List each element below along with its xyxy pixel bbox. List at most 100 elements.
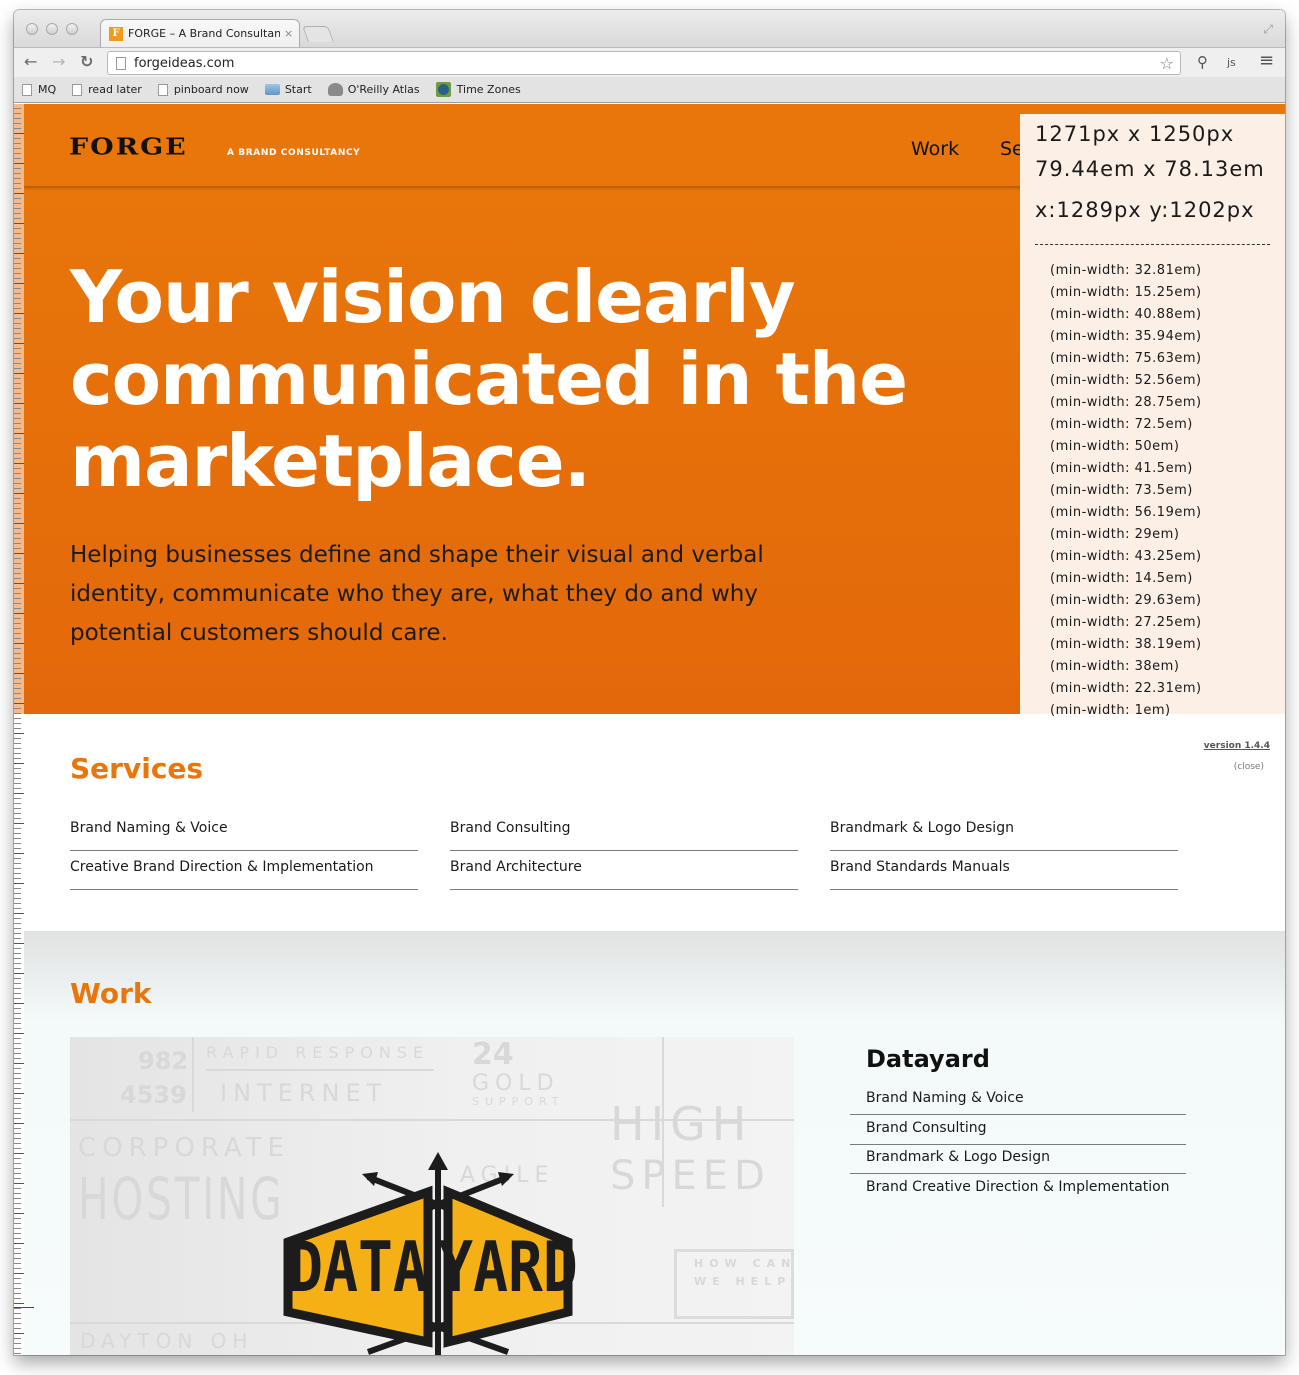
menu-icon[interactable]: ≡ [1259, 50, 1274, 71]
media-query-item: (min-width: 32.81em) [1050, 263, 1202, 278]
media-query-item: (min-width: 1em) [1050, 703, 1171, 718]
bg-text: GOLD [472, 1071, 560, 1096]
js-extension-icon[interactable]: js [1227, 56, 1236, 69]
address-bar[interactable]: forgeideas.com ☆ [107, 51, 1181, 75]
bg-text: HOW CAN [694, 1257, 794, 1270]
client-service-item: Brand Naming & Voice [850, 1085, 1186, 1115]
client-name[interactable]: Datayard [866, 1045, 990, 1073]
new-tab-button[interactable] [302, 26, 334, 42]
bg-divider [206, 1069, 434, 1071]
service-item[interactable]: Brand Architecture [450, 851, 798, 890]
service-item[interactable]: Brand Consulting [450, 812, 798, 851]
bg-text: SPEED [610, 1153, 771, 1199]
bookmarks-bar: MQ read later pinboard now Start O'Reill… [14, 77, 1285, 103]
media-query-item: (min-width: 29.63em) [1050, 593, 1202, 608]
cursor-position: x:1289px y:1202px [1035, 198, 1255, 222]
media-query-item: (min-width: 35.94em) [1050, 329, 1202, 344]
client-service-item: Brandmark & Logo Design [850, 1144, 1186, 1174]
bg-text: SUPPORT [472, 1095, 565, 1108]
client-service-item: Brand Consulting [850, 1115, 1186, 1145]
page-viewport: FORGE A BRAND CONSULTANCY Work Services … [14, 104, 1285, 1355]
wrench-icon[interactable]: ⚲ [1197, 53, 1208, 71]
bg-text: RAPID RESPONSE [206, 1043, 430, 1062]
services-title: Services [70, 752, 204, 785]
media-query-item: (min-width: 50em) [1050, 439, 1180, 454]
work-title: Work [70, 977, 152, 1010]
logo-yard-text: YARD [438, 1228, 578, 1308]
bg-text: 24 [472, 1037, 514, 1072]
bg-text: DAYTON OH [80, 1329, 254, 1353]
logo-data-text: DATA [288, 1228, 428, 1308]
browser-toolbar: ← → ↻ forgeideas.com ☆ ⚲ js ≡ [14, 47, 1285, 77]
services-section: Services Brand Naming & Voice Brand Cons… [24, 714, 1285, 931]
bg-text: 4539 [120, 1081, 187, 1109]
media-query-item: (min-width: 72.5em) [1050, 417, 1193, 432]
bookmark-time-zones[interactable]: Time Zones [435, 82, 521, 97]
arrow-head-icon [362, 1172, 378, 1186]
forward-arrow-icon[interactable]: → [52, 52, 65, 71]
media-query-item: (min-width: 40.88em) [1050, 307, 1202, 322]
hero-title: Your vision clearly communicated in the … [70, 255, 908, 503]
service-item[interactable]: Creative Brand Direction & Implementatio… [70, 851, 418, 890]
client-service-item: Brand Creative Direction & Implementatio… [866, 1179, 1170, 1195]
media-query-item: (min-width: 28.75em) [1050, 395, 1202, 410]
reload-icon[interactable]: ↻ [80, 52, 93, 71]
service-item[interactable]: Brand Naming & Voice [70, 812, 418, 851]
media-query-item: (min-width: 27.25em) [1050, 615, 1202, 630]
owl-icon [327, 83, 343, 96]
bookmark-start[interactable]: Start [264, 83, 312, 96]
media-query-item: (min-width: 56.19em) [1050, 505, 1202, 520]
bookmark-label: read later [88, 83, 142, 96]
bookmark-oreilly-atlas[interactable]: O'Reilly Atlas [327, 83, 420, 96]
bookmark-label: pinboard now [173, 83, 249, 96]
bg-text: INTERNET [220, 1079, 388, 1107]
close-window-button[interactable] [26, 23, 38, 35]
globe-icon [435, 82, 451, 97]
version-link[interactable]: version 1.4.4 [1204, 741, 1270, 751]
page-icon [72, 83, 83, 96]
page-icon [157, 83, 168, 96]
close-tab-icon[interactable]: × [284, 27, 293, 40]
title-bar: F FORGE – A Brand Consultancy × ⤢ [14, 10, 1285, 47]
back-arrow-icon[interactable]: ← [24, 52, 37, 71]
media-query-item: (min-width: 73.5em) [1050, 483, 1193, 498]
vertical-ruler [14, 104, 24, 1355]
bg-text: CORPORATE [78, 1133, 290, 1163]
bookmark-read-later[interactable]: read later [72, 83, 142, 96]
bookmark-pinboard-now[interactable]: pinboard now [157, 83, 249, 96]
url-text[interactable]: forgeideas.com [134, 56, 234, 71]
arrow-head-icon [428, 1152, 448, 1170]
datayard-project-image[interactable]: 982 4539 RAPID RESPONSE INTERNET 24 GOLD… [70, 1037, 794, 1355]
bg-text: WE HELP? [694, 1275, 794, 1288]
media-query-item: (min-width: 52.56em) [1050, 373, 1202, 388]
browser-tab[interactable]: F FORGE – A Brand Consultancy × [100, 19, 300, 47]
media-query-item: (min-width: 38em) [1050, 659, 1180, 674]
datayard-logo: DATA YARD [283, 1152, 578, 1355]
nav-work[interactable]: Work [911, 138, 959, 160]
service-item[interactable]: Brand Standards Manuals [830, 851, 1178, 890]
media-query-list: (min-width: 32.81em) (min-width: 15.25em… [1050, 262, 1202, 724]
viewport-size-px: 1271px x 1250px [1035, 122, 1235, 146]
media-query-item: (min-width: 22.31em) [1050, 681, 1202, 696]
arrow-head-icon [498, 1172, 514, 1186]
service-item[interactable]: Brandmark & Logo Design [830, 812, 1178, 851]
zoom-window-button[interactable] [66, 23, 78, 35]
bookmark-label: MQ [38, 83, 57, 96]
tagline: A BRAND CONSULTANCY [227, 148, 361, 158]
media-query-item: (min-width: 75.63em) [1050, 351, 1202, 366]
tab-title: FORGE – A Brand Consultancy [128, 27, 280, 40]
fullscreen-icon[interactable]: ⤢ [1263, 22, 1273, 37]
bg-text: HOSTING [78, 1165, 285, 1233]
work-section: Work 982 4539 RAPID RESPONSE INTERNET 24… [24, 931, 1285, 1355]
page-icon [22, 83, 32, 96]
ruler-cursor-marker [14, 1307, 34, 1308]
overlay-close-link[interactable]: (close) [1234, 762, 1264, 772]
viewport-size-em: 79.44em x 78.13em [1035, 157, 1265, 181]
minimize-window-button[interactable] [46, 23, 58, 35]
forge-logo[interactable]: FORGE [69, 134, 188, 160]
bg-text: HIGH [610, 1097, 753, 1151]
media-query-item: (min-width: 43.25em) [1050, 549, 1202, 564]
bookmark-mq[interactable]: MQ [22, 83, 56, 96]
bookmark-star-icon[interactable]: ☆ [1160, 54, 1174, 73]
bookmark-label: Time Zones [456, 83, 521, 96]
